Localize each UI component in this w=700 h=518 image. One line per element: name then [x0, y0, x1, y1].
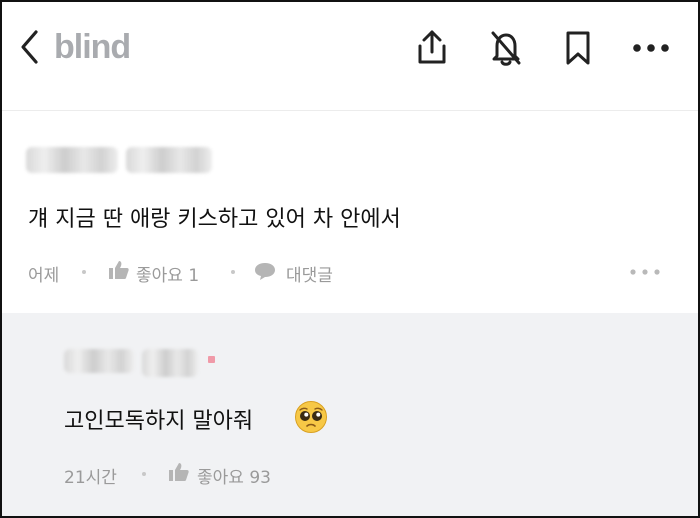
more-icon[interactable]: [630, 28, 672, 68]
reply-text: 고인모독하지 말아줘: [64, 409, 254, 434]
speech-bubble-icon[interactable]: [254, 261, 276, 281]
thumbs-up-icon[interactable]: [168, 462, 190, 482]
blurred-company-name: [26, 147, 118, 173]
blurred-company-name: [64, 349, 134, 373]
comment-more-icon[interactable]: [628, 266, 662, 278]
comment: 걔 지금 딴 애랑 키스하고 있어 차 안에서 어제 좋아요 1 대댓글: [2, 111, 698, 313]
like-button[interactable]: 좋아요 93: [197, 463, 271, 488]
app-logo: blind: [54, 28, 131, 66]
bookmark-icon[interactable]: [560, 28, 596, 68]
reply-comment: 고인모독하지 말아줘 21시간 좋아요 93: [2, 313, 698, 516]
separator-dot: [231, 270, 235, 274]
reply-button[interactable]: 대댓글: [286, 261, 333, 286]
like-button[interactable]: 좋아요 1: [136, 261, 199, 286]
app-frame: blind 걔 지금 딴 애랑 키스하고 있어 차 안에서 어제 좋아요 1 대…: [0, 0, 700, 518]
share-icon[interactable]: [414, 28, 450, 68]
like-label: 좋아요: [197, 468, 244, 488]
author-badge: [208, 356, 215, 363]
like-count: 93: [249, 468, 271, 488]
comment-text: 걔 지금 딴 애랑 키스하고 있어 차 안에서: [28, 207, 401, 232]
thumbs-up-icon[interactable]: [108, 260, 130, 280]
reply-time: 21시간: [64, 468, 117, 488]
separator-dot: [82, 270, 86, 274]
like-label: 좋아요: [136, 266, 183, 286]
top-bar: blind: [2, 2, 698, 111]
separator-dot: [142, 472, 146, 476]
blurred-nickname: [126, 147, 212, 173]
bell-off-icon[interactable]: [488, 28, 524, 68]
pleading-face-emoji-icon: [295, 401, 327, 433]
comment-time: 어제: [28, 266, 60, 286]
back-chevron-icon[interactable]: [18, 28, 42, 66]
like-count: 1: [188, 266, 200, 286]
blurred-nickname: [142, 349, 198, 377]
